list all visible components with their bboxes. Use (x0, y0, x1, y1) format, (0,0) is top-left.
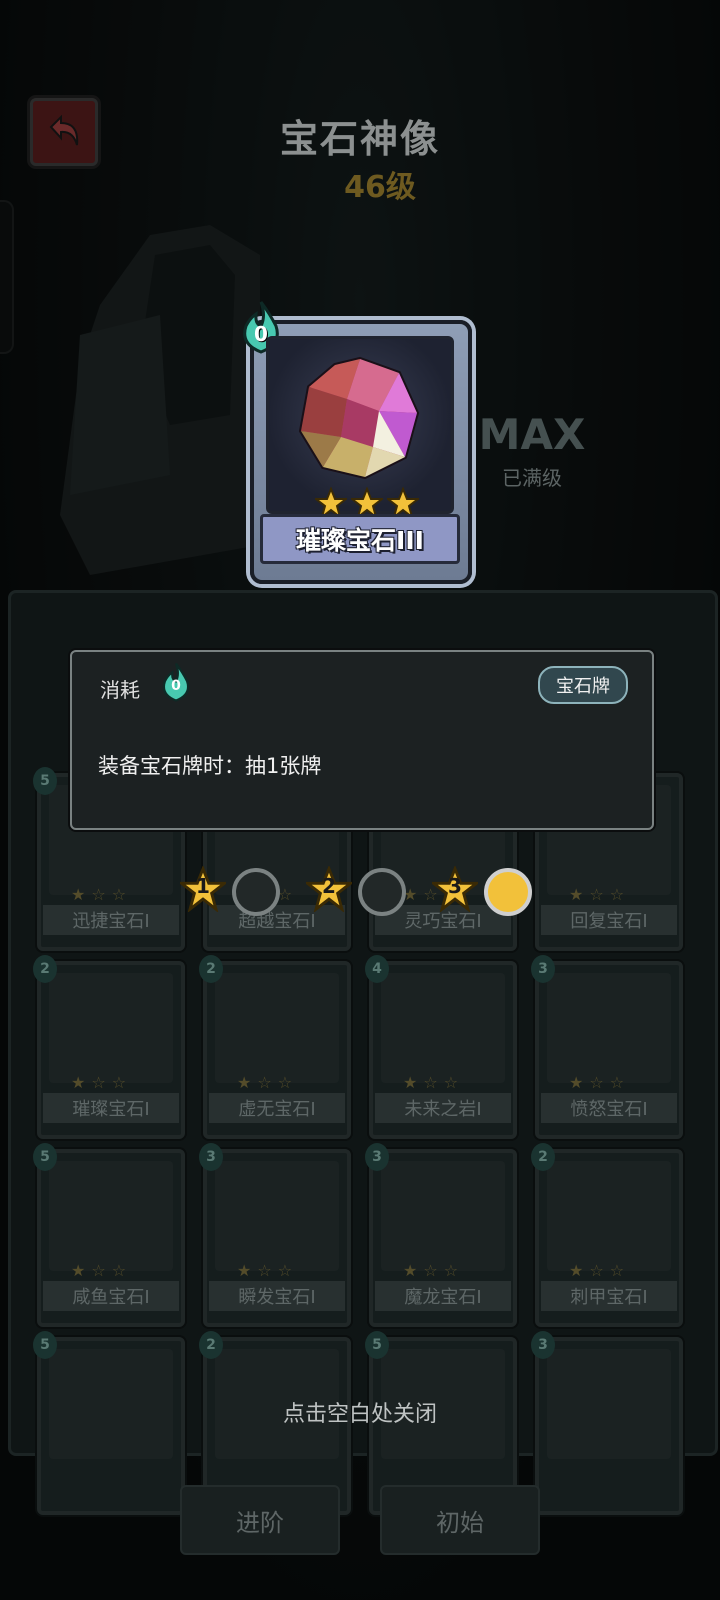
maxed-label: 已满级 (502, 466, 562, 490)
gem-card-cost: 3 (365, 1143, 389, 1171)
gem-card-stars: ★☆☆ (569, 1261, 631, 1280)
gem-card-stars: ★☆☆ (71, 885, 133, 904)
gem-card[interactable]: 3 ★☆☆ 魔龙宝石I (365, 1143, 517, 1327)
gem-card-cost: 4 (365, 955, 389, 983)
max-label: MAX (478, 410, 586, 459)
gem-card-art (215, 973, 339, 1083)
gem-card[interactable]: 3 ★☆☆ 瞬发宝石I (199, 1143, 351, 1327)
close-hint: 点击空白处关闭 (282, 1402, 437, 1427)
card-tooltip: 消耗 0 宝石牌 装备宝石牌时：抽1张牌 (70, 650, 654, 830)
gem-card-name: 咸鱼宝石I (43, 1281, 179, 1311)
statue-level: 46级 (344, 170, 416, 205)
card-art (266, 336, 454, 520)
level-indicator (232, 868, 280, 916)
level-number: 1 (196, 874, 210, 898)
card-type-tag: 宝石牌 (538, 666, 628, 704)
page-title: 宝石神像 (279, 117, 440, 161)
upgrade-steps: 1 2 3 (177, 862, 540, 918)
consume-cost: 0 (171, 678, 181, 694)
gem-card-stars: ★☆☆ (569, 885, 631, 904)
gem-card-cost: 3 (531, 1331, 555, 1359)
gem-card-cost: 2 (531, 1143, 555, 1171)
gem-card-name: 未来之岩I (375, 1093, 511, 1123)
gem-card-cost: 3 (199, 1143, 223, 1171)
gem-card-cost: 5 (33, 1143, 57, 1171)
gem-card-stars: ★☆☆ (71, 1261, 133, 1280)
gem-card-stars: ★☆☆ (71, 1073, 133, 1092)
gem-card-art (381, 1161, 505, 1271)
card-description: 装备宝石牌时：抽1张牌 (98, 754, 322, 778)
gem-card-cost: 2 (199, 955, 223, 983)
gem-card-art (49, 1161, 173, 1271)
level-number: 2 (322, 874, 336, 898)
gem-card-art (49, 973, 173, 1083)
gem-card-cost: 2 (33, 955, 57, 983)
gem-card[interactable]: 2 ★☆☆ 璀璨宝石I (33, 955, 185, 1139)
gem-card[interactable]: 2 ★☆☆ 虚无宝石I (199, 955, 351, 1139)
gem-card[interactable]: 3 ★☆☆ 愤怒宝石I (531, 955, 683, 1139)
gem-card[interactable]: 2 ★☆☆ 刺甲宝石I (531, 1143, 683, 1327)
gem-card-name: 愤怒宝石I (541, 1093, 677, 1123)
gem-card-name: 虚无宝石I (209, 1093, 345, 1123)
gem-card-name: 瞬发宝石I (209, 1281, 345, 1311)
selected-gem-card[interactable]: 0 璀璨宝石III (243, 301, 472, 584)
gem-card-stars: ★☆☆ (237, 1261, 299, 1280)
gem-card-art (381, 973, 505, 1083)
gem-card-name: 回复宝石I (541, 905, 677, 935)
gem-card-stars: ★☆☆ (403, 1261, 465, 1280)
gem-card-name: 璀璨宝石I (43, 1093, 179, 1123)
gem-card-cost: 5 (33, 1331, 57, 1359)
card-name: 璀璨宝石III (260, 514, 460, 564)
gem-card-art (547, 973, 671, 1083)
gem-card-art (215, 1161, 339, 1271)
gem-card-name: 迅捷宝石I (43, 905, 179, 935)
advance-button[interactable]: 进阶 (180, 1485, 340, 1555)
gem-card[interactable]: 4 ★☆☆ 未来之岩I (365, 955, 517, 1139)
gem-card-name: 刺甲宝石I (541, 1281, 677, 1311)
gem-card-cost: 5 (33, 767, 57, 795)
level-number: 3 (448, 874, 462, 898)
gem-card[interactable]: 5 ★☆☆ 咸鱼宝石I (33, 1143, 185, 1327)
gem-card-stars: ★☆☆ (403, 1073, 465, 1092)
level-indicator (484, 868, 532, 916)
brilliant-gem-icon (298, 356, 420, 480)
gem-card-cost: 2 (199, 1331, 223, 1359)
level-indicator (358, 868, 406, 916)
gem-card-stars: ★☆☆ (569, 1073, 631, 1092)
gem-card-stars: ★☆☆ (237, 1073, 299, 1092)
gem-card-cost: 3 (531, 955, 555, 983)
gem-card-name: 魔龙宝石I (375, 1281, 511, 1311)
gem-card-cost: 5 (365, 1331, 389, 1359)
reset-button[interactable]: 初始 (380, 1485, 540, 1555)
consume-label: 消耗 (100, 678, 140, 702)
gem-card-art (547, 1161, 671, 1271)
